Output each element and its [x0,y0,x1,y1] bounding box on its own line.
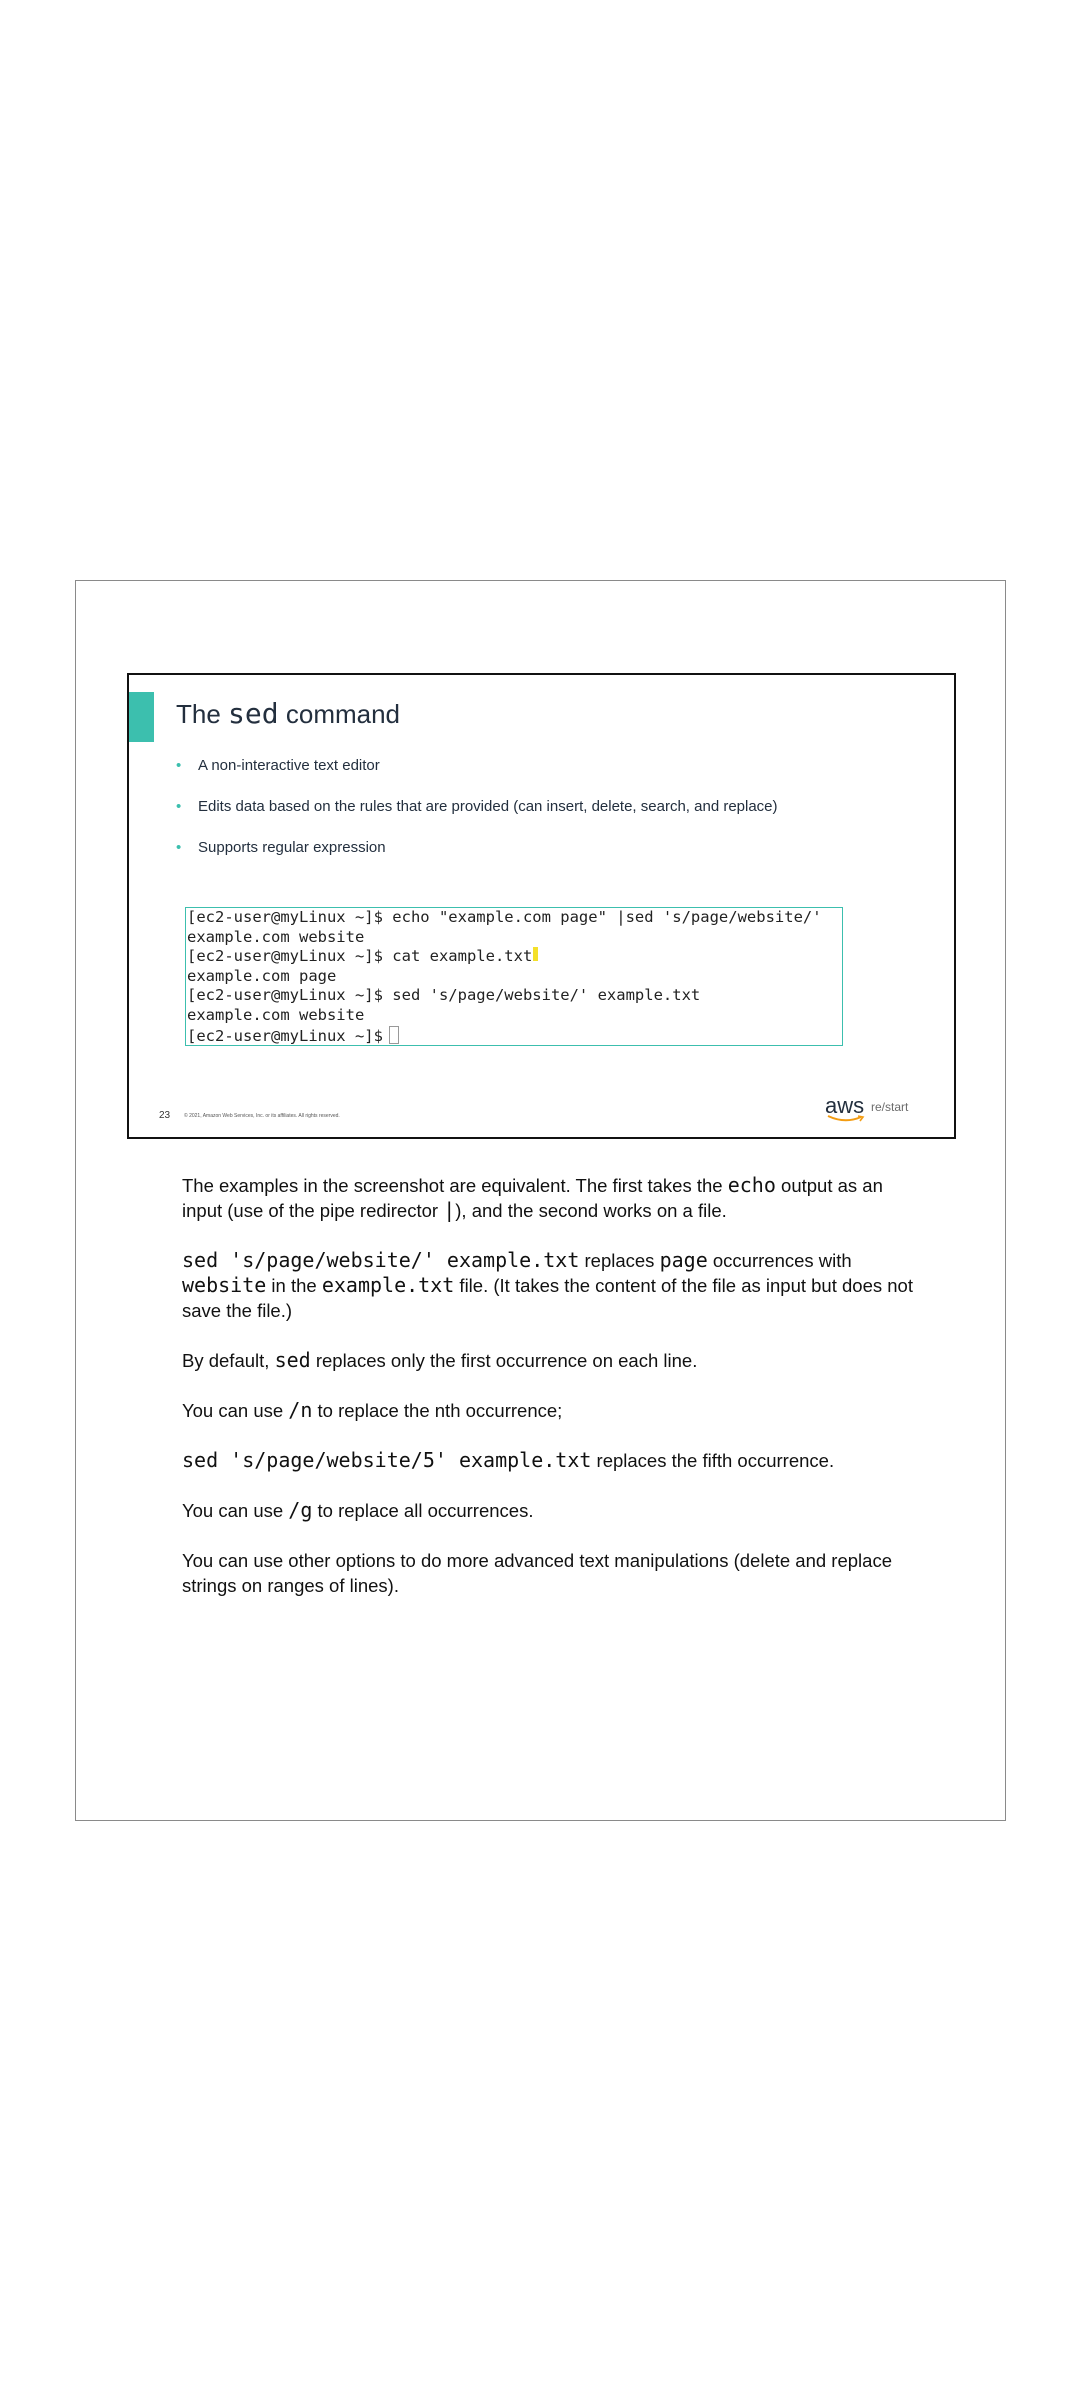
restart-logo-text: re/start [871,1100,909,1114]
bullet-list: • A non-interactive text editor • Edits … [176,757,778,880]
note-paragraph: You can use other options to do more adv… [182,1550,892,1596]
note-paragraph: By default, sed replaces only the first … [182,1348,698,1372]
terminal-output: [ec2-user@myLinux ~]$ echo "example.com … [185,907,843,1046]
terminal-line: [ec2-user@myLinux ~]$ sed 's/page/websit… [187,986,701,1005]
bullet-dot-icon: • [176,757,182,774]
note-paragraph: sed 's/page/website/5' example.txt repla… [182,1448,835,1472]
terminal-line: example.com page [187,966,337,985]
terminal-line: example.com website [187,1005,365,1024]
note-paragraph: sed 's/page/website/' example.txt replac… [182,1248,913,1321]
slide-title-prefix: The [176,699,221,729]
bullet-dot-icon: • [176,798,182,815]
bullet-text: A non-interactive text editor [198,757,380,774]
slide-title-suffix: command [285,699,401,729]
slide-number: 23 [159,1110,171,1121]
bullet-dot-icon: • [176,839,182,856]
bullet-text: Supports regular expression [198,839,386,856]
text-cursor-highlight-icon [533,947,539,962]
aws-smile-icon [827,1115,865,1122]
terminal-line: example.com website [187,927,365,946]
bullet-item: • Supports regular expression [176,839,778,880]
note-paragraph: You can use /n to replace the nth occurr… [182,1398,563,1422]
bullet-text: Edits data based on the rules that are p… [198,798,778,815]
slide-title: The sed command [176,697,400,730]
terminal-line: [ec2-user@myLinux ~]$ echo "example.com … [187,908,822,926]
slide: The sed command • A non-interactive text… [127,673,956,1139]
title-accent-bar [129,692,154,742]
note-paragraph: The examples in the screenshot are equiv… [182,1173,883,1222]
aws-restart-logo: aws re/start [825,1093,915,1127]
bullet-item: • Edits data based on the rules that are… [176,798,778,839]
terminal-cursor-icon [388,1025,399,1044]
bullet-item: • A non-interactive text editor [176,757,778,798]
terminal-line: [ec2-user@myLinux ~]$ cat example.txt [187,947,842,967]
copyright-text: © 2021, Amazon Web Services, Inc. or its… [184,1113,340,1119]
note-paragraph: You can use /g to replace all occurrence… [182,1498,534,1522]
speaker-notes: The examples in the screenshot are equiv… [182,1173,922,1623]
slide-title-code: sed [228,697,279,730]
terminal-line: [ec2-user@myLinux ~]$ [187,1025,842,1046]
